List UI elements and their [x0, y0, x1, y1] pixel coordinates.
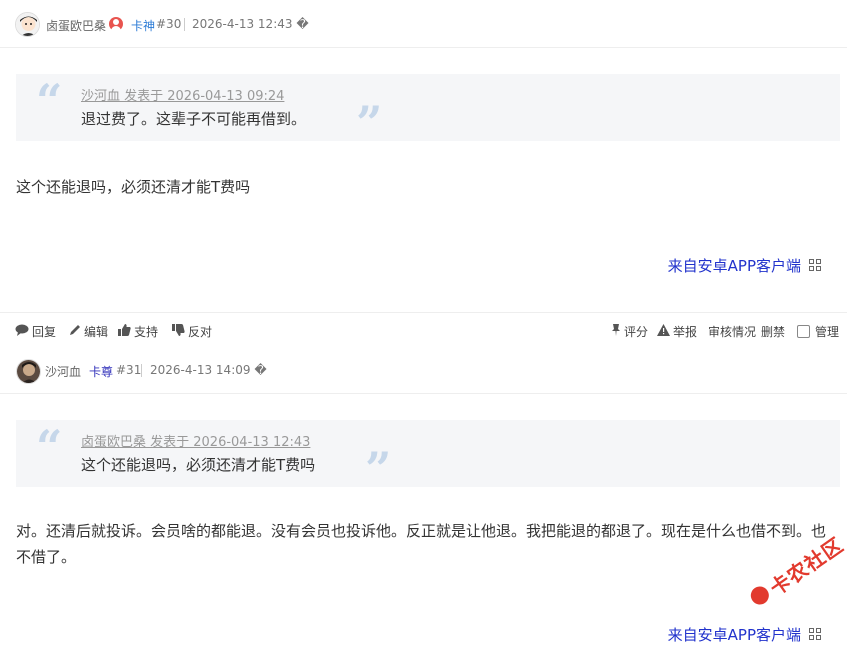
- quote-meta[interactable]: 卤蛋欧巴桑 发表于 2026-04-13 12:43: [81, 431, 310, 450]
- checkbox[interactable]: [797, 325, 810, 338]
- user-icon: [109, 17, 123, 31]
- oppose-button[interactable]: 反对: [172, 323, 212, 340]
- floor-number[interactable]: #30: [156, 17, 181, 31]
- reply-button[interactable]: 回复: [15, 323, 56, 340]
- quote-open-icon: “: [36, 420, 63, 474]
- quote-text: 这个还能退吗，必须还清才能T费吗: [81, 456, 316, 474]
- qr-code-icon[interactable]: [809, 259, 822, 272]
- post-date: 2026-4-13 14:09 �: [150, 363, 267, 377]
- post-header: 沙河血 卡尊 #31 2026-4-13 14:09 �: [0, 348, 847, 394]
- pin-icon: [611, 324, 621, 339]
- quote-block: “ 沙河血 发表于 2026-04-13 09:24 退过费了。这辈子不可能再借…: [16, 74, 840, 146]
- warning-icon: [657, 324, 670, 339]
- quote-close-icon: ”: [365, 442, 392, 496]
- post-30: 卤蛋欧巴桑 卡神 #30 2026-4-13 12:43 � “ 沙河血 发表于…: [0, 0, 847, 348]
- post-31: 沙河血 卡尊 #31 2026-4-13 14:09 � “ 卤蛋欧巴桑 发表于…: [0, 348, 847, 657]
- report-button[interactable]: 举报: [657, 323, 697, 340]
- support-button[interactable]: 支持: [118, 323, 158, 340]
- author-name[interactable]: 卤蛋欧巴桑: [46, 17, 106, 34]
- user-group[interactable]: 卡神: [131, 17, 155, 34]
- post-message: 这个还能退吗，必须还清才能T费吗: [16, 178, 251, 196]
- ban-link[interactable]: 删禁: [761, 323, 785, 340]
- review-status-link[interactable]: 审核情况: [708, 323, 756, 340]
- qr-code-icon[interactable]: [809, 628, 822, 641]
- thumbs-down-icon: [172, 324, 185, 339]
- post-message: 对。还清后就投诉。会员啥的都能退。没有会员也投诉他。反正就是让他退。我把能退的都…: [16, 522, 827, 566]
- avatar[interactable]: [15, 12, 40, 37]
- from-app-link[interactable]: 来自安卓APP客户端: [668, 624, 801, 645]
- quote-open-icon: “: [36, 74, 63, 128]
- edit-button[interactable]: 编辑: [69, 323, 108, 340]
- quote-meta[interactable]: 沙河血 发表于 2026-04-13 09:24: [81, 85, 284, 104]
- post-date: 2026-4-13 12:43 �: [192, 17, 309, 31]
- quote-close-icon: ”: [356, 96, 383, 150]
- user-group[interactable]: 卡尊: [89, 363, 113, 380]
- divider: [184, 18, 185, 31]
- floor-number[interactable]: #31: [116, 363, 141, 377]
- avatar[interactable]: [16, 359, 41, 384]
- manage-checkbox[interactable]: 管理: [797, 323, 839, 340]
- post-header: 卤蛋欧巴桑 卡神 #30 2026-4-13 12:43 �: [0, 0, 847, 48]
- post-actions: 回复 编辑 支持 反对 评分 举报 审核情况 删禁 管理: [0, 312, 847, 348]
- quote-block: “ 卤蛋欧巴桑 发表于 2026-04-13 12:43 这个还能退吗，必须还清…: [16, 420, 840, 492]
- thumbs-up-icon: [118, 324, 131, 339]
- author-name[interactable]: 沙河血: [45, 363, 81, 380]
- quote-text: 退过费了。这辈子不可能再借到。: [81, 110, 307, 128]
- comment-icon: [15, 324, 29, 339]
- divider: [141, 364, 142, 377]
- pencil-icon: [69, 324, 81, 339]
- from-app-link[interactable]: 来自安卓APP客户端: [668, 255, 801, 276]
- rate-button[interactable]: 评分: [611, 323, 648, 340]
